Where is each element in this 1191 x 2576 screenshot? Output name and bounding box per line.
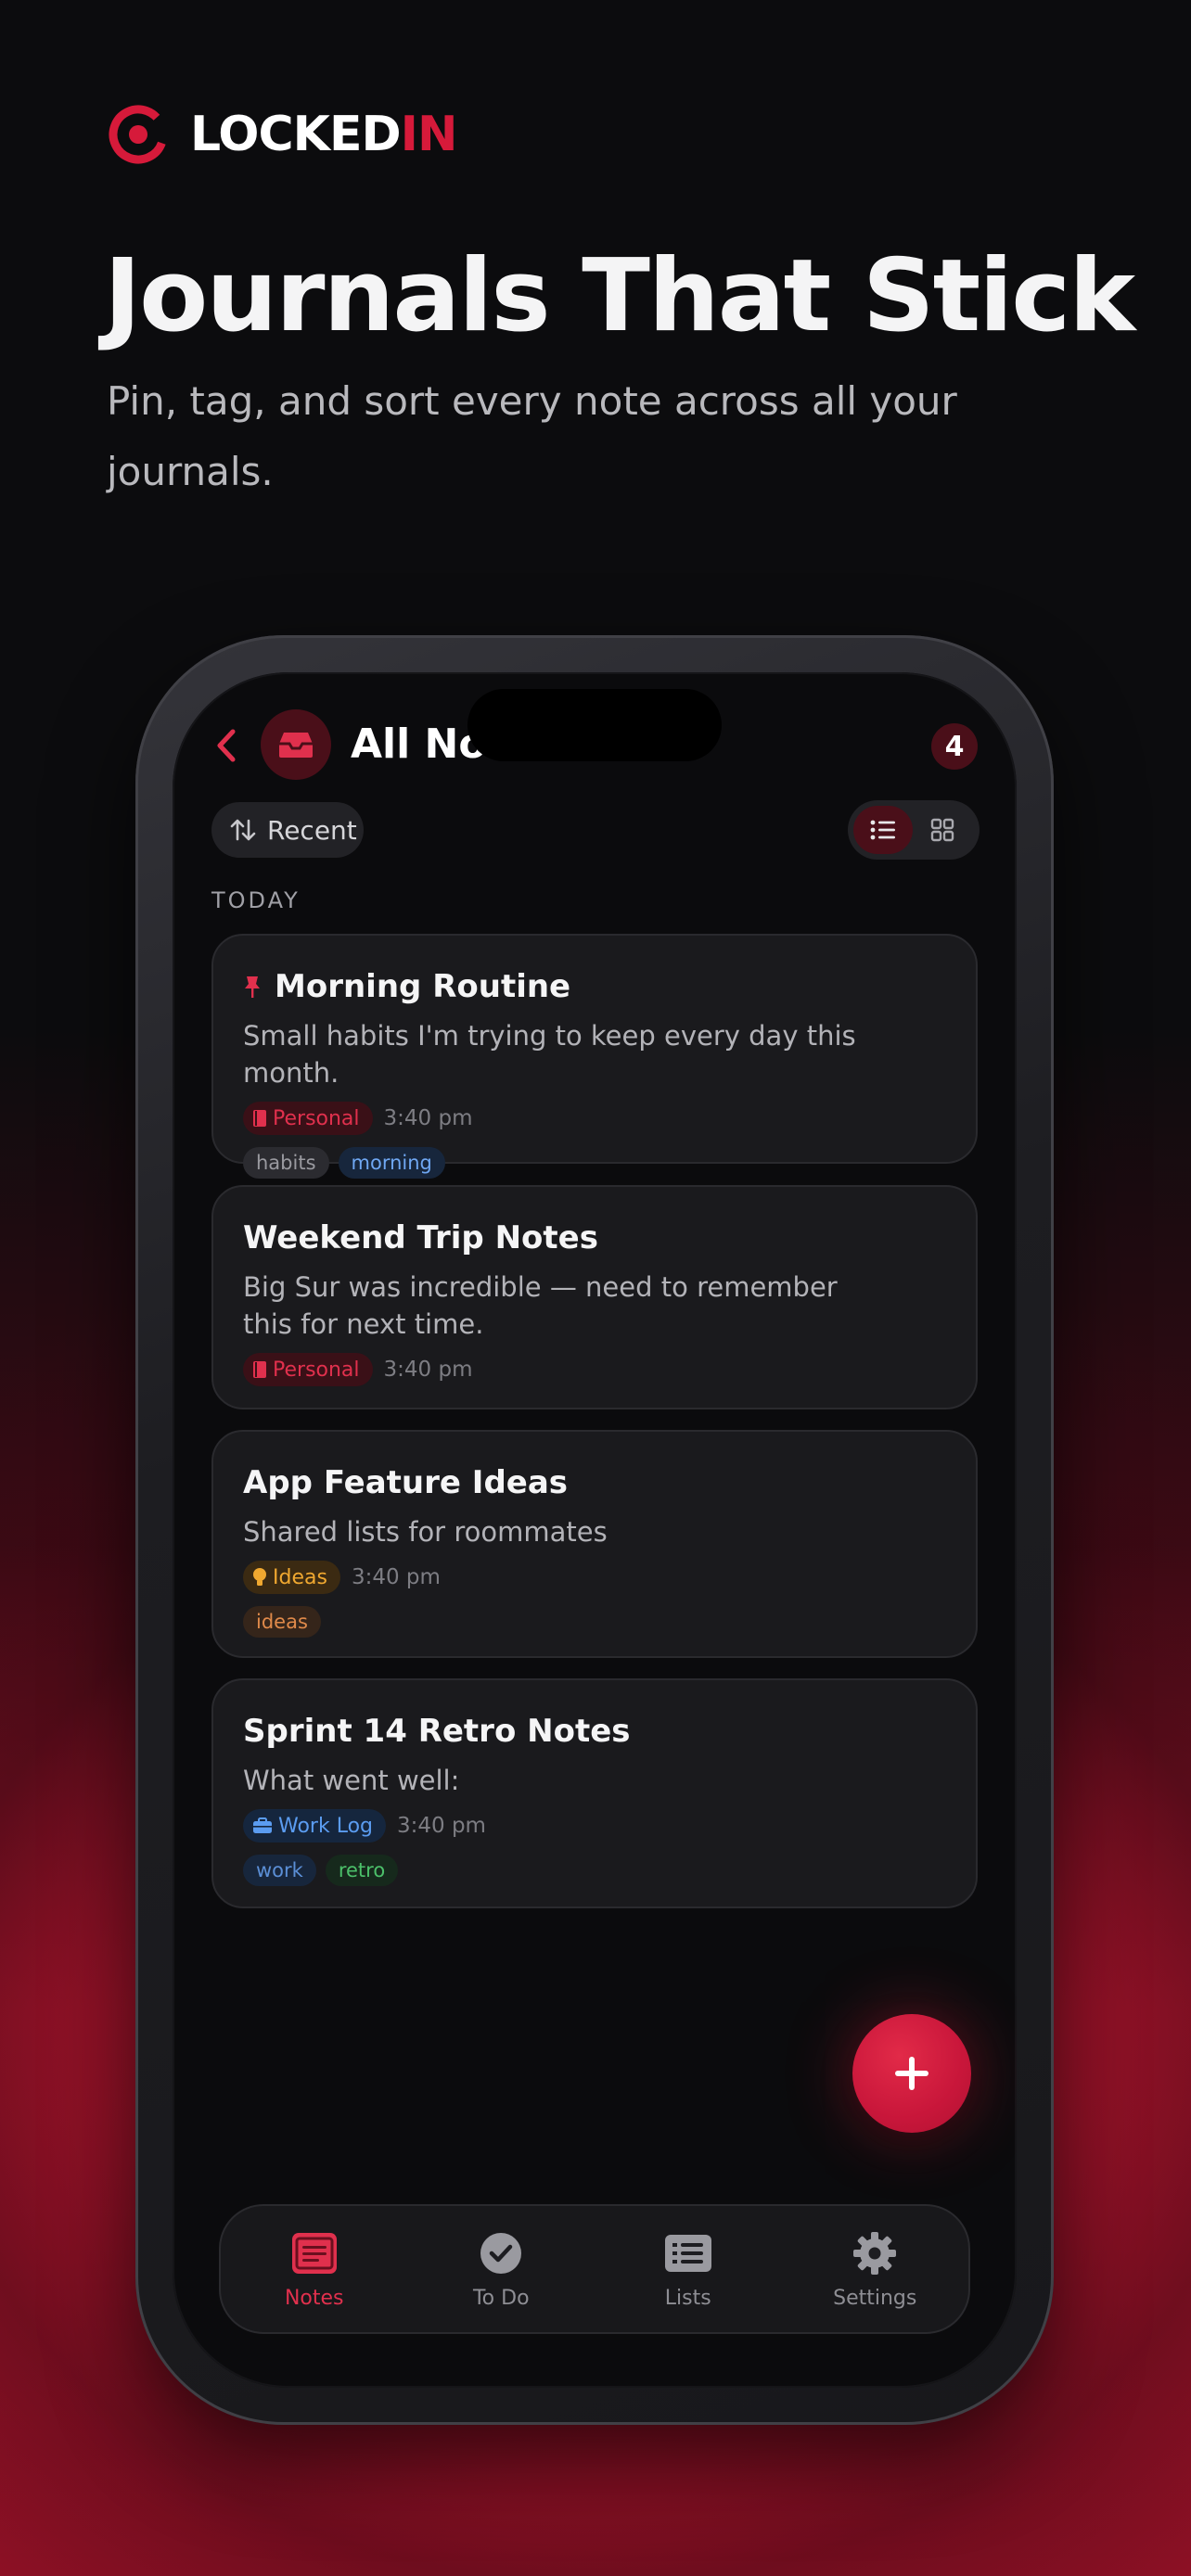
phone-frame: All Notes 4 Recent TODAY Morning Routine… [135,635,1054,2425]
list-view-icon [870,820,895,840]
notes-icon [291,2232,337,2274]
tab-notes[interactable]: Notes [236,2213,393,2325]
note-card[interactable]: Sprint 14 Retro Notes What went well: Wo… [211,1678,978,1908]
tab-lists[interactable]: Lists [609,2213,767,2325]
brand-name-part2: IN [400,107,458,162]
add-note-button[interactable] [852,2014,971,2133]
note-preview: What went well: [243,1765,460,1796]
note-tags: habits morning [243,1145,946,1180]
journal-chip-label: Personal [273,1106,360,1130]
note-preview: Small habits I'm trying to keep every da… [243,1020,856,1089]
briefcase-icon [253,1817,272,1833]
grid-view-icon [930,818,954,842]
gear-icon [853,2231,897,2275]
tab-bar: Notes To Do Lists Settings [219,2204,970,2334]
phone-screen: All Notes 4 Recent TODAY Morning Routine… [173,672,1017,2388]
note-card[interactable]: Morning Routine Small habits I'm trying … [211,934,978,1179]
note-card[interactable]: Weekend Trip Notes Big Sur was incredibl… [211,1185,978,1409]
tab-label: Notes [284,2286,344,2310]
lightbulb-icon [253,1568,266,1586]
note-meta: Ideas 3:40 pm [243,1560,946,1595]
tag-chip[interactable]: retro [325,1855,399,1886]
brand: LOCKEDIN [107,102,458,167]
note-meta: Work Log 3:40 pm [243,1808,946,1843]
tag-chip[interactable]: ideas [243,1606,321,1638]
chevron-left-icon [217,729,236,762]
note-title: App Feature Ideas [243,1464,569,1501]
dynamic-island [467,689,722,761]
hero-subtitle: Pin, tag, and sort every note across all… [107,378,957,494]
view-toggle [848,800,980,860]
sort-button[interactable]: Recent [211,802,364,858]
sort-arrows-icon [230,819,256,841]
plus-icon [895,2057,928,2090]
journal-chip[interactable]: Ideas [243,1561,340,1594]
list-view-button[interactable] [853,806,913,854]
tab-settings[interactable]: Settings [796,2213,954,2325]
journal-chip-label: Personal [273,1358,360,1382]
inbox-icon [279,733,313,758]
note-meta: Personal 3:40 pm [243,1101,946,1136]
note-title: Weekend Trip Notes [243,1219,598,1256]
list-icon [664,2234,711,2272]
note-title-text: Morning Routine [275,968,571,1005]
note-time: 3:40 pm [397,1814,486,1838]
pin-icon [243,975,262,999]
brand-name-part1: LOCKED [190,107,402,162]
note-title: Morning Routine [243,967,946,1006]
note-time: 3:40 pm [351,1565,441,1589]
journal-chip-label: Work Log [278,1814,373,1838]
book-icon [253,1361,266,1378]
tab-label: To Do [472,2286,530,2310]
hero-title: Journals That Stick [104,238,1135,354]
grid-view-button[interactable] [913,806,972,854]
note-tags: ideas [243,1604,946,1639]
check-circle-icon [480,2232,522,2274]
journal-chip[interactable]: Personal [243,1102,373,1135]
note-preview: Shared lists for roommates [243,1516,608,1548]
lockedin-logo-icon [109,105,168,164]
book-icon [253,1110,266,1127]
note-tags: work retro [243,1853,946,1888]
note-title: Sprint 14 Retro Notes [243,1713,631,1750]
tag-chip[interactable]: habits [243,1147,329,1179]
tag-chip[interactable]: work [243,1855,316,1886]
section-header-today: TODAY [211,887,301,913]
tab-label: Lists [664,2286,711,2310]
tab-todo[interactable]: To Do [422,2213,580,2325]
brand-name: LOCKEDIN [190,107,458,162]
tag-chip[interactable]: morning [338,1147,445,1179]
note-meta: Personal 3:40 pm [243,1352,946,1387]
journal-chip-label: Ideas [273,1565,327,1589]
journal-avatar[interactable] [261,709,331,780]
note-card[interactable]: App Feature Ideas Shared lists for roomm… [211,1430,978,1658]
note-preview: Big Sur was incredible — need to remembe… [243,1271,838,1340]
back-button[interactable] [206,721,247,771]
journal-chip[interactable]: Personal [243,1353,373,1386]
tab-label: Settings [833,2286,917,2310]
notes-count-badge: 4 [931,723,978,770]
sort-label: Recent [267,814,357,846]
note-time: 3:40 pm [383,1106,473,1130]
note-time: 3:40 pm [383,1358,473,1382]
journal-chip[interactable]: Work Log [243,1809,386,1843]
